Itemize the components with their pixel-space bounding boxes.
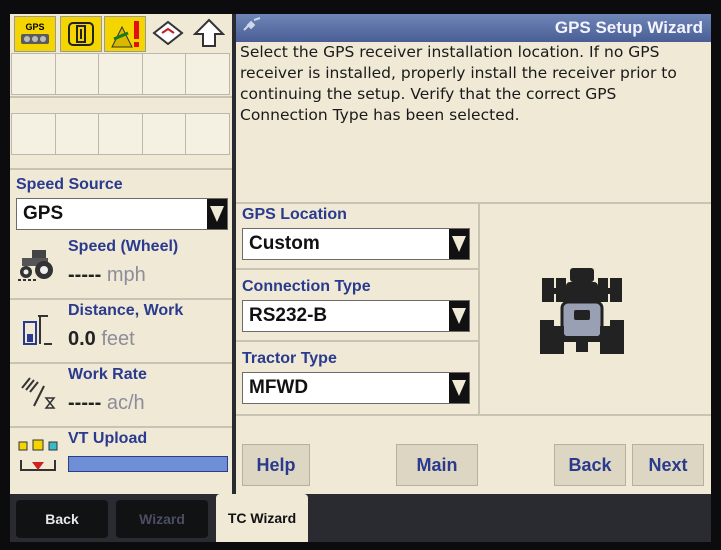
divider [10,168,232,170]
tractor-type-label: Tractor Type [242,350,337,367]
grid-cell [141,113,187,155]
work-rate-value-line: ----- ac/h [68,392,145,415]
distance-readout: Distance, Work 0.0 feet [10,300,232,362]
speed-value-line: ----- mph [68,264,146,287]
gps-location-dropdown[interactable]: Custom [242,228,470,260]
work-rate-readout: Work Rate ----- ac/h [10,364,232,426]
upload-icon [16,436,60,476]
tab-back[interactable]: Back [16,500,108,538]
wizard-title-bar: GPS Setup Wizard [236,14,711,42]
grid-cell [141,53,187,95]
grid-cell [11,113,56,155]
gps-receiver-icon[interactable]: GPS [14,16,56,52]
connection-type-value: RS232-B [249,305,328,326]
gps-icon-label: GPS [25,22,45,32]
tab-tc-wizard[interactable]: TC Wizard [216,494,308,542]
implement-icon[interactable] [60,16,102,52]
distance-label: Distance, Work [68,302,184,319]
satellite-icon [242,16,264,37]
divider [10,96,232,98]
vt-upload-progress-bar [68,456,228,472]
speed-unit: mph [106,264,146,286]
work-rate-icon [16,372,60,412]
distance-value-line: 0.0 feet [68,328,135,351]
work-rate-label: Work Rate [68,366,147,383]
speed-readout: Speed (Wheel) ----- mph [10,236,232,298]
distance-counter-icon [16,308,60,348]
help-button[interactable]: Help [242,444,310,486]
grid-cell [54,53,100,95]
wizard-panel: GPS Setup Wizard Select the GPS receiver… [236,14,711,494]
gps-location-diagram [478,204,711,414]
warning-alert-icon[interactable] [104,16,146,52]
vt-upload-label: VT Upload [68,430,148,447]
status-icon-row: GPS [10,14,232,52]
wizard-instructions: Select the GPS receiver installation loc… [240,43,677,124]
chevron-down-icon [207,199,227,229]
speed-source-value: GPS [23,203,64,224]
speed-value: ----- [68,264,102,286]
distance-value: 0.0 [68,328,96,350]
work-rate-unit: ac/h [106,392,145,414]
grid-cell [185,113,230,155]
connection-type-dropdown[interactable]: RS232-B [242,300,470,332]
tractor-wheel-icon [16,244,60,284]
tab-wizard[interactable]: Wizard [116,500,208,538]
status-grid-bottom [11,113,230,155]
tractor-topview-icon[interactable] [540,266,624,358]
connection-type-label: Connection Type [242,278,371,295]
divider [236,340,478,342]
chevron-down-icon [449,229,469,259]
grid-cell [185,53,230,95]
distance-unit: feet [101,328,135,350]
gps-location-label: GPS Location [242,206,347,223]
field-map-icon[interactable] [148,16,188,50]
chevron-down-icon [449,301,469,331]
speed-source-label: Speed Source [16,176,123,193]
tractor-type-value: MFWD [249,377,309,398]
grid-cell [11,53,56,95]
grid-cell [98,113,143,155]
work-rate-value: ----- [68,392,102,414]
grid-cell [98,53,143,95]
speed-source-dropdown[interactable]: GPS [16,198,228,230]
chevron-down-icon [449,373,469,403]
status-grid-top [11,53,230,95]
grid-cell [54,113,100,155]
main-button[interactable]: Main [396,444,478,486]
up-arrow-icon[interactable] [190,16,228,50]
back-button[interactable]: Back [554,444,626,486]
tractor-type-dropdown[interactable]: MFWD [242,372,470,404]
left-status-panel: GPS Speed Source GPS Speed (Wheel) -----… [10,14,232,494]
speed-label: Speed (Wheel) [68,238,179,255]
next-button[interactable]: Next [632,444,704,486]
divider [236,268,478,270]
terminal-screen: GPS Speed Source GPS Speed (Wheel) -----… [10,14,711,542]
gps-location-value: Custom [249,233,320,254]
wizard-title: GPS Setup Wizard [554,18,703,37]
bottom-tab-bar: Back Wizard TC Wizard [10,494,711,542]
